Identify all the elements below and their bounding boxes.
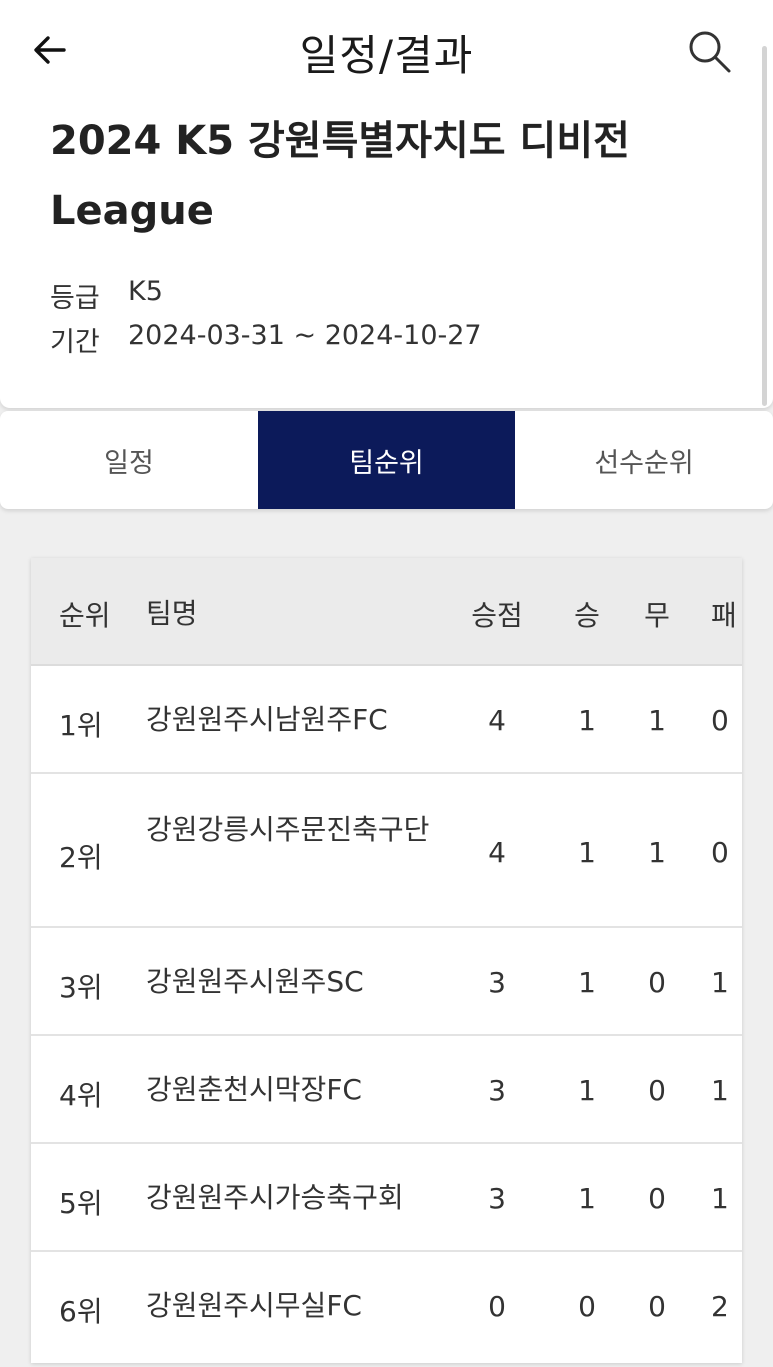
header-team: 팀명	[146, 597, 198, 630]
table-row[interactable]: 2위 강원강릉시주문진축구단 4 1 1 0	[31, 774, 742, 928]
league-title: 2024 K5 강원특별자치도 디비전 League	[50, 118, 630, 234]
header-wins: 승	[574, 599, 600, 632]
standings-table: 순위 팀명 승점 승 무 패 1위 강원원주시남원주FC 4 1 1 0 2위 …	[31, 558, 742, 1363]
header-points: 승점	[471, 599, 523, 632]
wins-cell: 1	[578, 1182, 596, 1215]
rank-cell: 1위	[59, 709, 103, 742]
rank-cell: 6위	[59, 1295, 103, 1328]
table-header: 순위 팀명 승점 승 무 패	[31, 558, 742, 666]
team-cell: 강원원주시가승축구회	[146, 1181, 404, 1214]
header-draws: 무	[644, 599, 670, 632]
draws-cell: 0	[648, 966, 666, 999]
search-button[interactable]	[684, 26, 734, 76]
grade-value: K5	[128, 276, 163, 307]
header-rank: 순위	[59, 599, 111, 632]
wins-cell: 1	[578, 704, 596, 737]
losses-cell: 0	[711, 836, 729, 869]
team-cell: 강원원주시남원주FC	[146, 703, 388, 736]
draws-cell: 0	[648, 1290, 666, 1323]
team-cell: 강원강릉시주문진축구단	[146, 813, 430, 846]
rank-cell: 5위	[59, 1187, 103, 1220]
tab-schedule[interactable]: 일정	[0, 411, 258, 509]
losses-cell: 2	[711, 1290, 729, 1323]
table-row[interactable]: 6위 강원원주시무실FC 0 0 0 2	[31, 1252, 742, 1362]
points-cell: 4	[488, 836, 506, 869]
period-label: 기간	[50, 327, 100, 358]
draws-cell: 1	[648, 704, 666, 737]
table-row[interactable]: 4위 강원춘천시막장FC 3 1 0 1	[31, 1036, 742, 1144]
draws-cell: 1	[648, 836, 666, 869]
rank-cell: 3위	[59, 971, 103, 1004]
tab-player-ranking[interactable]: 선수순위	[515, 411, 773, 509]
team-cell: 강원원주시무실FC	[146, 1289, 362, 1322]
rank-cell: 4위	[59, 1079, 103, 1112]
grade-row: 등급 K5	[50, 276, 163, 315]
rank-cell: 2위	[59, 841, 103, 874]
tab-bar: 일정 팀순위 선수순위	[0, 411, 773, 509]
scrollbar[interactable]	[762, 46, 767, 406]
points-cell: 3	[488, 1182, 506, 1215]
table-row[interactable]: 1위 강원원주시남원주FC 4 1 1 0	[31, 666, 742, 774]
search-icon	[689, 31, 731, 73]
wins-cell: 0	[578, 1290, 596, 1323]
points-cell: 3	[488, 1074, 506, 1107]
tab-team-ranking[interactable]: 팀순위	[258, 411, 515, 509]
points-cell: 0	[488, 1290, 506, 1323]
team-cell: 강원원주시원주SC	[146, 965, 364, 998]
losses-cell: 1	[711, 1182, 729, 1215]
table-row[interactable]: 5위 강원원주시가승축구회 3 1 0 1	[31, 1144, 742, 1252]
table-row[interactable]: 3위 강원원주시원주SC 3 1 0 1	[31, 928, 742, 1036]
draws-cell: 0	[648, 1182, 666, 1215]
league-info-card: 일정/결과 2024 K5 강원특별자치도 디비전 League 등급 K5 기…	[0, 0, 773, 408]
points-cell: 4	[488, 704, 506, 737]
grade-label: 등급	[50, 283, 100, 314]
header-losses: 패	[711, 599, 737, 632]
points-cell: 3	[488, 966, 506, 999]
draws-cell: 0	[648, 1074, 666, 1107]
period-value: 2024-03-31 ~ 2024-10-27	[128, 320, 482, 351]
losses-cell: 0	[711, 704, 729, 737]
page-title: 일정/결과	[299, 31, 474, 80]
losses-cell: 1	[711, 966, 729, 999]
wins-cell: 1	[578, 966, 596, 999]
losses-cell: 1	[711, 1074, 729, 1107]
period-row: 기간 2024-03-31 ~ 2024-10-27	[50, 320, 482, 359]
wins-cell: 1	[578, 1074, 596, 1107]
wins-cell: 1	[578, 836, 596, 869]
team-cell: 강원춘천시막장FC	[146, 1073, 362, 1106]
